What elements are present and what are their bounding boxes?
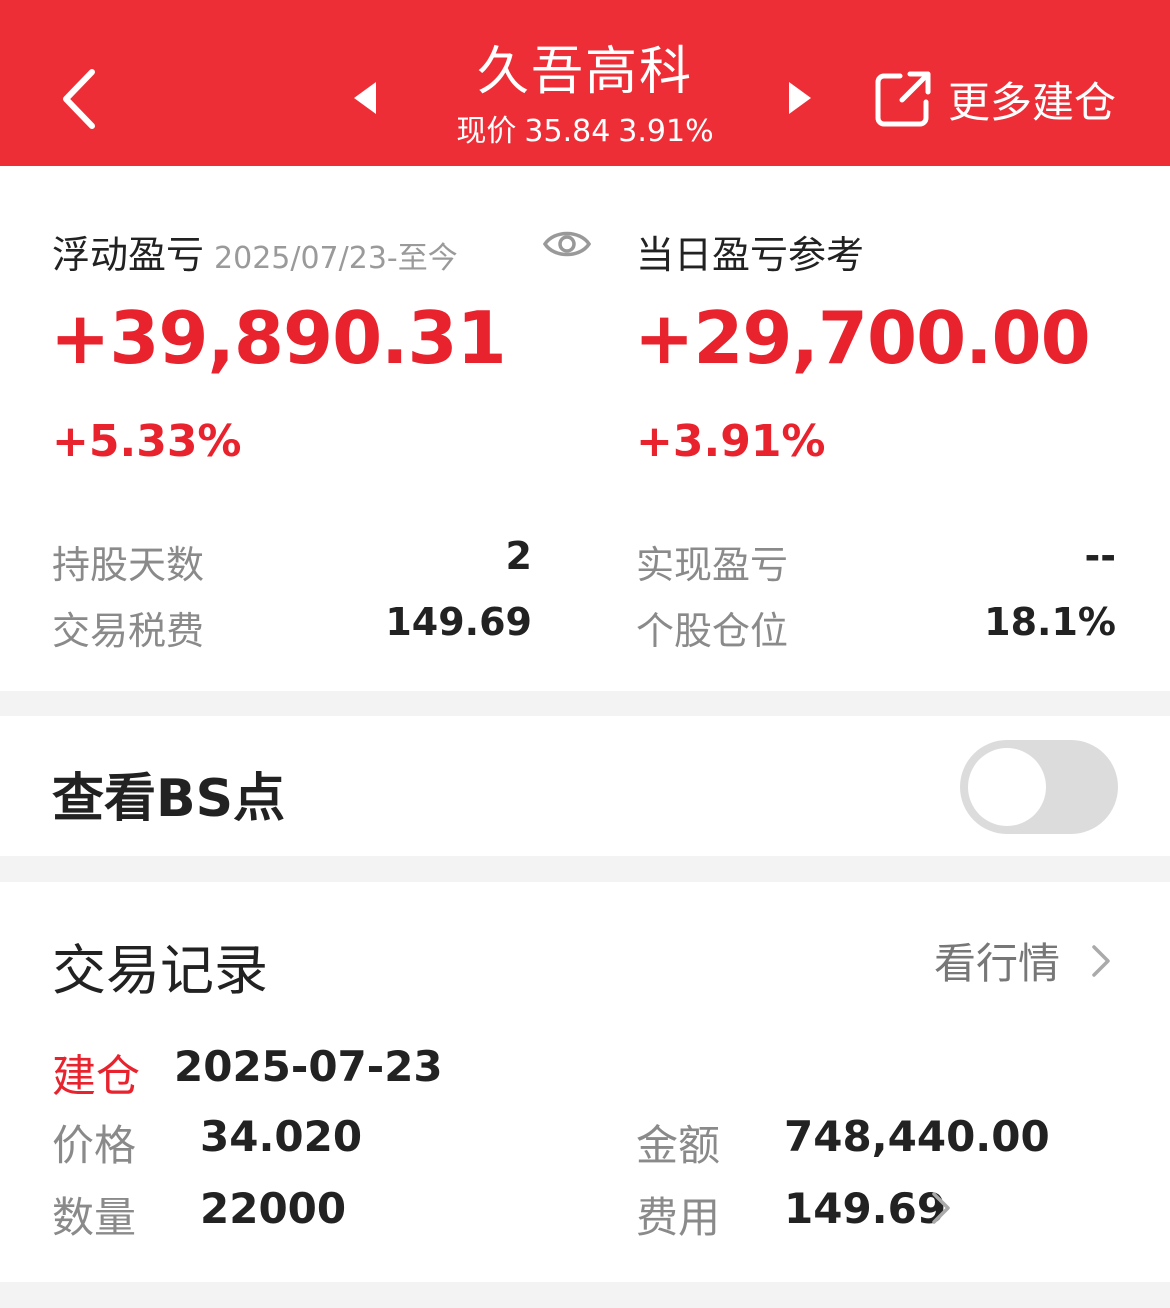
- position-label: 个股仓位: [636, 609, 789, 653]
- toggle-knob: [968, 748, 1046, 826]
- record-amount-label: 金额: [636, 1121, 721, 1170]
- record-amount-value: 748,440.00: [784, 1112, 1050, 1161]
- record-qty-label: 数量: [52, 1193, 137, 1242]
- floating-pnl-label: 浮动盈亏: [52, 233, 205, 277]
- price-line: 现价 35.84 3.91%: [380, 112, 790, 152]
- chevron-right-icon: [932, 1192, 950, 1224]
- date-range: 2025/07/23-至今: [214, 241, 458, 276]
- daily-pnl-label: 当日盈亏参考: [636, 233, 865, 277]
- bs-points-toggle[interactable]: [960, 740, 1118, 834]
- bs-points-row: 查看BS点: [0, 716, 1170, 856]
- bs-points-label: 查看BS点: [52, 769, 286, 829]
- pnl-summary-card: 浮动盈亏 2025/07/23-至今 +39,890.31 +5.33% 持股天数…: [0, 166, 1170, 691]
- floating-pnl-amount: +39,890.31: [50, 296, 507, 380]
- position-value: 18.1%: [984, 600, 1116, 644]
- hold-days-row: 持股天数 2: [52, 534, 532, 589]
- change-pct: 3.91%: [618, 114, 714, 149]
- floating-pnl-pct: +5.33%: [52, 416, 242, 467]
- realized-value: --: [1084, 534, 1116, 578]
- hold-days-label: 持股天数: [52, 543, 205, 587]
- daily-pnl-header: 当日盈亏参考: [636, 224, 864, 279]
- tax-label: 交易税费: [52, 609, 205, 653]
- price-label: 现价: [456, 114, 517, 149]
- prev-stock-button[interactable]: [350, 80, 380, 116]
- floating-pnl-header: 浮动盈亏 2025/07/23-至今: [52, 224, 458, 279]
- position-row: 个股仓位 18.1%: [636, 600, 1116, 655]
- chevron-left-icon: [63, 69, 95, 129]
- trade-records-card: 交易记录 看行情 建仓 2025-07-23 价格 34.020 数量 2200…: [0, 882, 1170, 1282]
- next-stock-button[interactable]: [785, 80, 815, 116]
- visibility-toggle[interactable]: [542, 226, 592, 266]
- record-qty-row: 数量 22000: [52, 1184, 346, 1245]
- record-amount-row: 金额 748,440.00: [636, 1112, 1050, 1173]
- record-price-row: 价格 34.020: [52, 1112, 362, 1173]
- view-market-label: 看行情: [933, 939, 1060, 988]
- record-fee-row[interactable]: 费用 149.69: [636, 1184, 950, 1245]
- record-date: 2025-07-23: [174, 1042, 443, 1091]
- more-positions-button[interactable]: 更多建仓: [872, 66, 1142, 132]
- hold-days-value: 2: [505, 534, 532, 578]
- current-price: 35.84: [524, 114, 611, 149]
- realized-row: 实现盈亏 --: [636, 534, 1116, 589]
- share-icon: [875, 71, 931, 127]
- eye-icon: [542, 231, 592, 257]
- trade-records-title: 交易记录: [52, 939, 268, 1002]
- daily-pnl-amount: +29,700.00: [634, 296, 1091, 380]
- back-button[interactable]: [50, 62, 110, 136]
- tax-value: 149.69: [385, 600, 532, 644]
- record-qty-value: 22000: [200, 1184, 347, 1233]
- bottom-spacer: [0, 1282, 1170, 1308]
- chevron-right-icon: [1092, 944, 1110, 977]
- triangle-left-icon: [354, 82, 376, 114]
- record-fee-label: 费用: [636, 1193, 721, 1242]
- record-price-label: 价格: [52, 1121, 137, 1170]
- daily-pnl-pct: +3.91%: [636, 416, 826, 467]
- view-market-link[interactable]: 看行情: [934, 930, 1120, 991]
- stock-name: 久吾高科: [476, 42, 693, 102]
- more-positions-label: 更多建仓: [948, 77, 1117, 127]
- header-bar: 久吾高科 现价 35.84 3.91% 更多建仓: [0, 0, 1170, 166]
- tax-row: 交易税费 149.69: [52, 600, 532, 655]
- record-fee-value: 149.69: [784, 1184, 947, 1233]
- record-price-value: 34.020: [200, 1112, 363, 1161]
- triangle-right-icon: [789, 82, 811, 114]
- realized-label: 实现盈亏: [636, 543, 789, 587]
- record-type-tag: 建仓: [52, 1051, 140, 1102]
